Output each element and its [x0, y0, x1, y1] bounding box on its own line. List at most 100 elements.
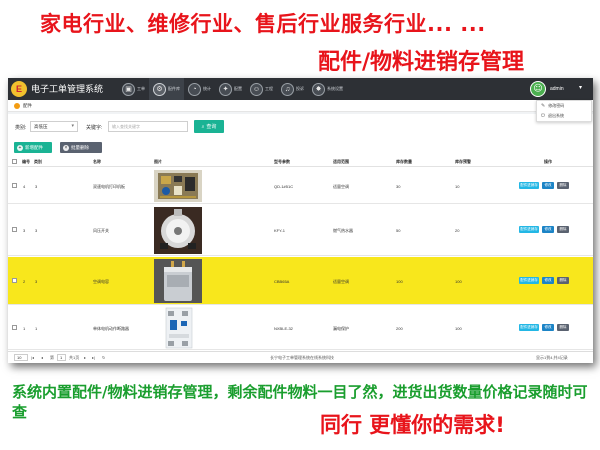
delete-button[interactable]: 删除 — [557, 277, 569, 284]
edit-icon: ✎ — [541, 103, 546, 109]
search-icon: ⌕ — [201, 123, 205, 130]
nav-item-orders[interactable]: ▣ 工单 — [118, 78, 149, 100]
prev-page-icon[interactable]: ◂ — [41, 355, 43, 360]
row-checkbox[interactable] — [12, 325, 17, 330]
page-number-input[interactable]: 1 — [57, 354, 66, 361]
promo-description: 系统内置配件/物料进销存管理，剩余配件物料一目了然，进货出货数量价格记录随时可查 — [12, 383, 588, 421]
promo-header: 家电行业、维修行业、售后行业服务行业... ... 配件/物料进销存管理 — [0, 0, 600, 78]
nav-item-label: 工单 — [137, 86, 145, 91]
category-select-value: 高低压 — [34, 124, 48, 129]
cell-stock: 100 — [396, 279, 403, 284]
page-size-select[interactable]: 10 — [14, 354, 28, 361]
delete-button[interactable]: 删除 — [557, 226, 569, 233]
cell-name: 空调电容 — [93, 279, 109, 284]
user-dropdown-menu: ✎ 修改密码 ⏻ 退出系统 — [536, 100, 592, 122]
row-checkbox[interactable] — [12, 183, 17, 188]
cell-category: 3 — [35, 279, 38, 284]
pressure-switch-icon — [154, 207, 202, 254]
cell-stock: 200 — [396, 326, 403, 331]
refresh-icon[interactable]: ↻ — [102, 355, 105, 360]
table-row-highlighted[interactable]: 2 3 空调电容 CBB65A 适量空调 100 100 配件进销存 修改 删除 — [8, 257, 593, 305]
promo-headline-parts: 配件/物料进销存管理 — [318, 50, 525, 75]
cell-model: KFY-1 — [274, 228, 285, 233]
cell-category: 3 — [35, 228, 38, 233]
nav-item-label: 配置 — [234, 86, 242, 91]
bell-icon: ♫ — [281, 82, 294, 96]
user-name[interactable]: admin — [550, 86, 564, 92]
edit-button[interactable]: 修改 — [542, 277, 554, 284]
nav-item-config[interactable]: ✦ 配置 — [215, 78, 246, 100]
col-header-id: 编号 — [22, 159, 30, 164]
promo-slogan: 同行 更懂你的需求! — [320, 413, 505, 437]
col-header-category: 类别 — [34, 159, 42, 164]
category-select[interactable]: 高低压 ▾ — [30, 121, 78, 132]
nav-item-complaints[interactable]: ♫ 投诉 — [277, 78, 308, 100]
app-window: E 电子工单管理系统 ▣ 工单 ⚙ 配件库 ◔ 统计 ✦ 配置 ☺ 工程 ♫ 投… — [8, 78, 593, 363]
keyword-input[interactable]: 输入查找关键字 — [108, 121, 188, 132]
delete-icon: × — [63, 144, 69, 151]
cell-id: 4 — [23, 184, 26, 189]
cell-model: NXBLE-32 — [274, 326, 293, 331]
menu-item-logout[interactable]: ⏻ 退出系统 — [537, 111, 591, 121]
menu-item-label: 修改密码 — [548, 103, 565, 108]
action-toolbar: + 新增配件 × 批量删除 — [8, 140, 593, 156]
stock-record-button[interactable]: 配件进销存 — [519, 324, 539, 331]
table-row[interactable]: 3 3 风压开关 KFY-1 燃气热水器 50 20 配件进销存 修改 删除 — [8, 205, 593, 256]
batch-delete-button[interactable]: × 批量删除 — [60, 142, 102, 153]
cell-category: 1 — [35, 326, 38, 331]
table-row[interactable]: 1 1 单体电机动作断路器 NXBLE-32 漏电保护 200 100 配件进销… — [8, 306, 593, 350]
part-image-circuit-breaker — [154, 307, 202, 349]
nav-item-engineers[interactable]: ☺ 工程 — [246, 78, 277, 100]
cell-scope: 燃气热水器 — [333, 228, 353, 233]
parts-icon: ⚙ — [153, 82, 166, 96]
last-page-icon[interactable]: ▸| — [92, 355, 95, 360]
cell-model: QD-1#51C — [274, 184, 294, 189]
cell-name: 风压开关 — [93, 228, 109, 233]
chevron-down-icon: ▾ — [71, 123, 74, 129]
part-image-circuit-board — [154, 170, 202, 202]
stock-record-button[interactable]: 配件进销存 — [519, 226, 539, 233]
col-header-scope: 适用范围 — [333, 159, 349, 164]
add-part-label: 新增配件 — [25, 144, 43, 150]
menu-item-change-password[interactable]: ✎ 修改密码 — [537, 101, 591, 111]
nav-item-parts[interactable]: ⚙ 配件库 — [149, 78, 184, 100]
edit-button[interactable]: 修改 — [542, 226, 554, 233]
delete-button[interactable]: 删除 — [557, 182, 569, 189]
nav-item-label: 工程 — [265, 86, 273, 91]
nav-item-stats[interactable]: ◔ 统计 — [184, 78, 215, 100]
first-page-icon[interactable]: |◂ — [31, 355, 34, 360]
cell-scope: 漏电保护 — [333, 326, 349, 331]
edit-button[interactable]: 修改 — [542, 324, 554, 331]
cell-warning: 100 — [455, 279, 462, 284]
nav-item-system[interactable]: ✸ 系统设置 — [308, 78, 347, 100]
edit-button[interactable]: 修改 — [542, 182, 554, 189]
plus-icon: + — [17, 144, 23, 151]
cell-name: 双速电机打印机板 — [93, 184, 125, 189]
footer-text: 长宁电子工单管理系统在线系统科技 — [270, 355, 334, 360]
col-header-stock: 库存数量 — [396, 159, 412, 164]
pagination-bar: 10 |◂ ◂ 第 1 共1页 ▸ ▸| ↻ 长宁电子工单管理系统在线系统科技 … — [8, 351, 593, 363]
row-checkbox[interactable] — [12, 278, 17, 283]
cell-stock: 30 — [396, 184, 401, 189]
row-checkbox[interactable] — [12, 227, 17, 232]
breadcrumb-label: 配件 — [23, 103, 32, 108]
capacitor-icon — [154, 259, 202, 303]
chevron-down-icon[interactable]: ▾ — [579, 84, 582, 91]
next-page-icon[interactable]: ▸ — [84, 355, 86, 360]
cell-stock: 50 — [396, 228, 401, 233]
add-part-button[interactable]: + 新增配件 — [14, 142, 52, 153]
stock-record-button[interactable]: 配件进销存 — [519, 277, 539, 284]
select-all-checkbox[interactable] — [12, 159, 17, 164]
page: 家电行业、维修行业、售后行业服务行业... ... 配件/物料进销存管理 E 电… — [0, 0, 600, 450]
stock-record-button[interactable]: 配件进销存 — [519, 182, 539, 189]
table-row[interactable]: 4 3 双速电机打印机板 QD-1#51C 适量空调 30 10 配件进销存 修… — [8, 168, 593, 204]
nav-item-label: 配件库 — [168, 86, 180, 91]
menu-item-label: 退出系统 — [547, 113, 564, 118]
part-image-capacitor — [154, 259, 202, 303]
delete-button[interactable]: 删除 — [557, 324, 569, 331]
record-summary: 显示1到4,共4记录 — [536, 355, 568, 360]
search-button[interactable]: ⌕ 查询 — [194, 120, 224, 133]
user-avatar[interactable]: ☺ — [530, 81, 546, 97]
nav-item-label: 投诉 — [296, 86, 304, 91]
top-navbar: E 电子工单管理系统 ▣ 工单 ⚙ 配件库 ◔ 统计 ✦ 配置 ☺ 工程 ♫ 投… — [8, 78, 593, 100]
